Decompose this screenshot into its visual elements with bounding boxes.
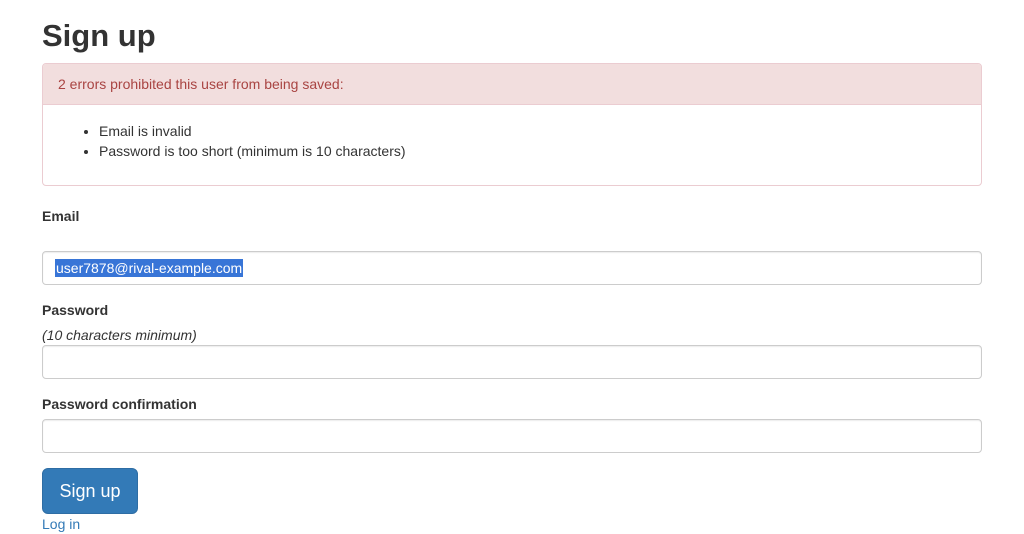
error-panel-heading: 2 errors prohibited this user from being… [43,64,981,105]
error-panel-body: Email is invalid Password is too short (… [43,105,981,161]
error-item-email: Email is invalid [99,121,966,141]
page-title: Sign up [42,18,156,53]
log-in-link[interactable]: Log in [42,515,80,533]
error-item-password: Password is too short (minimum is 10 cha… [99,141,966,161]
error-list: Email is invalid Password is too short (… [58,121,966,161]
email-field-value: user7878@rival-example.com [55,259,244,277]
error-panel: 2 errors prohibited this user from being… [42,63,982,186]
email-label: Email [42,208,80,224]
password-hint: (10 characters minimum) [42,327,197,343]
password-confirmation-label: Password confirmation [42,396,197,412]
password-field[interactable] [42,345,982,379]
page: Sign up 2 errors prohibited this user fr… [0,0,1024,534]
sign-up-button[interactable]: Sign up [42,468,138,514]
email-field[interactable]: user7878@rival-example.com [42,251,982,285]
password-label: Password [42,302,109,318]
password-confirmation-field[interactable] [42,419,982,453]
